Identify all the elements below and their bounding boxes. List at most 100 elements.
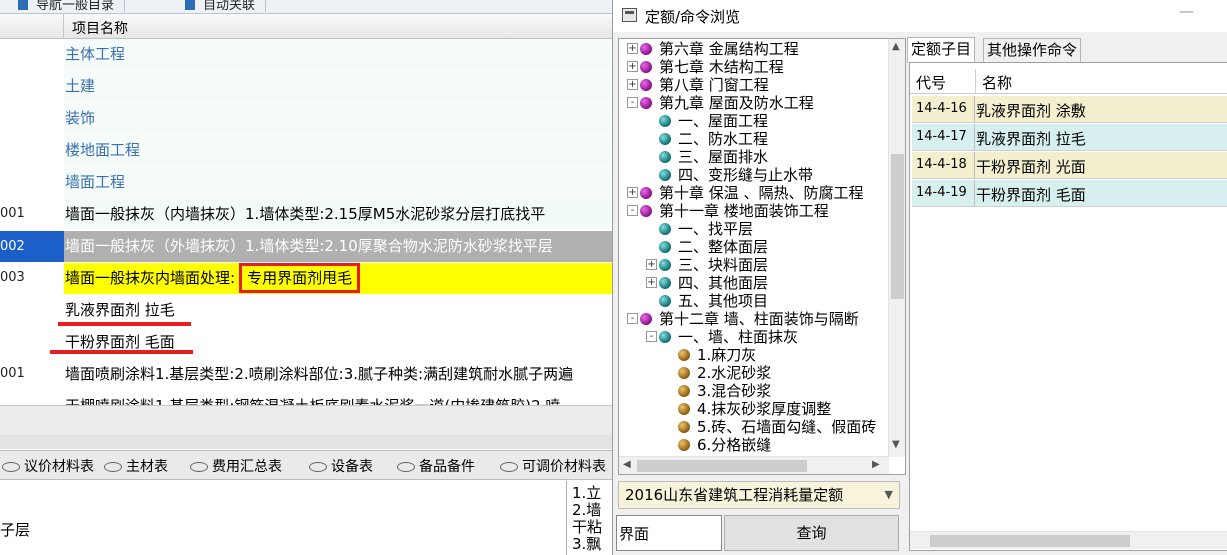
scroll-thumb[interactable] [930, 535, 1130, 547]
scroll-right-icon[interactable]: ▶ [872, 459, 880, 470]
row-item-name[interactable]: 主体工程 [64, 39, 612, 70]
tree-node[interactable]: 2.水泥砂浆 [678, 364, 771, 382]
tree-horizontal-scrollbar[interactable]: ◀ ▶ [619, 456, 889, 474]
detail-pane: 子层 [0, 481, 566, 555]
scroll-down-icon[interactable]: ▼ [892, 439, 900, 450]
collapse-icon[interactable]: - [627, 97, 638, 108]
tree-node[interactable]: - 一、墙、柱面抹灰 [646, 328, 798, 346]
table-row[interactable]: 14-4-19 干粉界面剂 毛面 [912, 180, 1227, 207]
tree-node[interactable]: 三、屋面排水 [659, 148, 768, 166]
dialog-titlebar[interactable]: 定额/命令浏览 — [613, 0, 1227, 32]
tree-node[interactable]: + 第十章 保温 、隔热、防腐工程 [627, 184, 864, 202]
node-ball-icon [640, 205, 652, 217]
collapse-icon[interactable]: - [627, 313, 638, 324]
table-row[interactable]: 14-4-17 乳液界面剂 拉毛 [912, 124, 1227, 151]
column-header: 项目名称 [0, 14, 612, 39]
grid-row[interactable]: 001 墙面喷刷涂料1.基层类型:2.喷刷涂料部位:3.腻子种类:满刮建筑耐水腻子… [0, 359, 612, 391]
row-item-name[interactable]: 墙面喷刷涂料1.基层类型:2.喷刷涂料部位:3.腻子种类:满刮建筑耐水腻子两遍 [64, 359, 612, 390]
expand-icon[interactable]: + [627, 61, 638, 72]
tree-node[interactable]: 5.砖、石墙面勾缝、假面砖 [678, 418, 876, 436]
tab-bottom-5[interactable]: 备品备件 [397, 456, 475, 476]
tree-node[interactable]: 一、找平层 [659, 220, 753, 238]
tree-node[interactable]: 1.麻刀灰 [678, 346, 756, 364]
row-code: 003 [0, 270, 25, 285]
grid-row[interactable]: 墙面工程 [0, 167, 612, 199]
tree-node[interactable]: - 第十一章 楼地面装饰工程 [627, 202, 829, 220]
row-item-name[interactable]: 墙面一般抹灰内墙面处理: 专用界面剂甩毛 [64, 263, 612, 294]
feature-description-pane[interactable]: 1.立 2.墙 干粘 3.飘 [566, 481, 612, 555]
project-name-header[interactable]: 项目名称 [72, 18, 128, 38]
tab-quota-items[interactable]: 定额子目 [907, 37, 976, 63]
node-ball-icon [678, 385, 690, 397]
row-item-name[interactable]: 墙面一般抹灰（内墙抹灰）1.墙体类型:2.15厚M5水泥砂浆分层打底找平 [64, 199, 612, 230]
tree-node[interactable]: 6.分格嵌缝 [678, 436, 771, 454]
tree-node[interactable]: + 第六章 金属结构工程 [627, 40, 799, 58]
expand-icon[interactable]: + [646, 277, 657, 288]
scroll-left-icon[interactable]: ◀ [623, 459, 631, 470]
tree-node-label: 4.抹灰砂浆厚度调整 [697, 400, 832, 418]
scroll-thumb[interactable] [637, 460, 807, 472]
tab-bottom-6[interactable]: 可调价材料表 [500, 456, 606, 476]
grid-row[interactable]: 装饰 [0, 103, 612, 135]
collapse-icon[interactable]: - [646, 331, 657, 342]
toolbar: 导航一般目录 自动关联 [0, 0, 612, 14]
tree-node[interactable]: 二、整体面层 [659, 238, 768, 256]
nav-catalog-button[interactable]: 导航一般目录 [8, 0, 126, 13]
name-column-header[interactable]: 名称 [982, 72, 1012, 93]
tree-node[interactable]: - 第九章 屋面及防水工程 [627, 94, 814, 112]
tab-bottom-4[interactable]: 设备表 [309, 456, 373, 476]
grid-row[interactable]: 002 墙面一般抹灰（外墙抹灰）1.墙体类型:2.10厚聚合物水泥防水砂浆找平层 [0, 231, 612, 263]
table-row[interactable]: 14-4-16 乳液界面剂 涂敷 [912, 96, 1227, 123]
auto-link-button[interactable]: 自动关联 [175, 0, 267, 13]
tab-bottom-2[interactable]: 主材表 [104, 456, 168, 476]
tree-node[interactable]: - 第十二章 墙、柱面装饰与隔断 [627, 310, 859, 328]
collapse-icon[interactable]: - [627, 205, 638, 216]
tree-node[interactable]: 4.抹灰砂浆厚度调整 [678, 400, 831, 418]
expand-icon[interactable]: + [627, 43, 638, 54]
tree-node[interactable]: 二、防水工程 [659, 130, 768, 148]
expand-icon[interactable]: + [627, 79, 638, 90]
search-input[interactable] [616, 515, 722, 551]
minimize-button[interactable]: — [1179, 2, 1194, 20]
tree-node-label: 第十一章 楼地面装饰工程 [659, 202, 829, 220]
expand-icon[interactable]: + [627, 187, 638, 198]
row-item-name[interactable]: 楼地面工程 [64, 135, 612, 166]
grid-row[interactable]: 土建 [0, 71, 612, 103]
row-item-name[interactable]: 墙面一般抹灰（外墙抹灰）1.墙体类型:2.10厚聚合物水泥防水砂浆找平层 [64, 231, 612, 262]
tab-bottom-3[interactable]: 费用汇总表 [190, 456, 282, 476]
quota-library-select[interactable]: 2016山东省建筑工程消耗量定额 ▼ [618, 481, 900, 509]
highlighted-keyword: 专用界面剂甩毛 [239, 263, 361, 293]
expand-icon[interactable]: + [646, 259, 657, 270]
window-icon [622, 8, 637, 22]
grid-row[interactable]: 干粉界面剂 毛面 [0, 327, 612, 359]
search-button[interactable]: 查询 [724, 515, 899, 551]
tab-other-commands[interactable]: 其他操作命令 [983, 38, 1082, 62]
grid-row[interactable]: 主体工程 [0, 39, 612, 71]
row-item-name[interactable]: 装饰 [64, 103, 612, 134]
tree-node[interactable]: + 第七章 木结构工程 [627, 58, 784, 76]
tree-node[interactable]: + 四、其他面层 [646, 274, 768, 292]
scroll-thumb[interactable] [891, 154, 904, 299]
tree-node[interactable]: 四、变形缝与止水带 [659, 166, 813, 184]
chapter-tree[interactable]: + 第六章 金属结构工程 + 第七章 木结构工程 + 第八章 门窗工程 - 第九章 屋面及防水… [618, 38, 906, 475]
tree-node[interactable]: + 第八章 门窗工程 [627, 76, 769, 94]
code-column-header[interactable]: 代号 [916, 72, 946, 93]
tree-vertical-scrollbar[interactable]: ▲ ▼ [888, 39, 905, 457]
tree-node[interactable]: 3.混合砂浆 [678, 382, 771, 400]
row-item-name[interactable]: 土建 [64, 71, 612, 102]
table-horizontal-scrollbar[interactable] [910, 531, 1227, 549]
grid-horizontal-scrollbar[interactable] [0, 435, 612, 449]
tree-node-label: 第九章 屋面及防水工程 [659, 94, 814, 112]
tree-node[interactable]: + 三、块料面层 [646, 256, 768, 274]
node-ball-icon [659, 169, 671, 181]
quota-browser-dialog: 定额/命令浏览 — + 第六章 金属结构工程 + 第七章 木结构工程 + 第八章 门窗工程… [612, 0, 1227, 555]
grid-row[interactable]: 楼地面工程 [0, 135, 612, 167]
scroll-up-icon[interactable]: ▲ [892, 41, 900, 52]
tab-bottom-1[interactable]: 议价材料表 [2, 456, 94, 476]
grid-row[interactable]: 001 墙面一般抹灰（内墙抹灰）1.墙体类型:2.15厚M5水泥砂浆分层打底找平 [0, 199, 612, 231]
tree-node[interactable]: 一、屋面工程 [659, 112, 768, 130]
grid-row[interactable]: 003 墙面一般抹灰内墙面处理: 专用界面剂甩毛 [0, 263, 612, 295]
tree-node[interactable]: 五、其他项目 [659, 292, 768, 310]
row-item-name[interactable]: 墙面工程 [64, 167, 612, 198]
table-row[interactable]: 14-4-18 干粉界面剂 光面 [912, 152, 1227, 179]
